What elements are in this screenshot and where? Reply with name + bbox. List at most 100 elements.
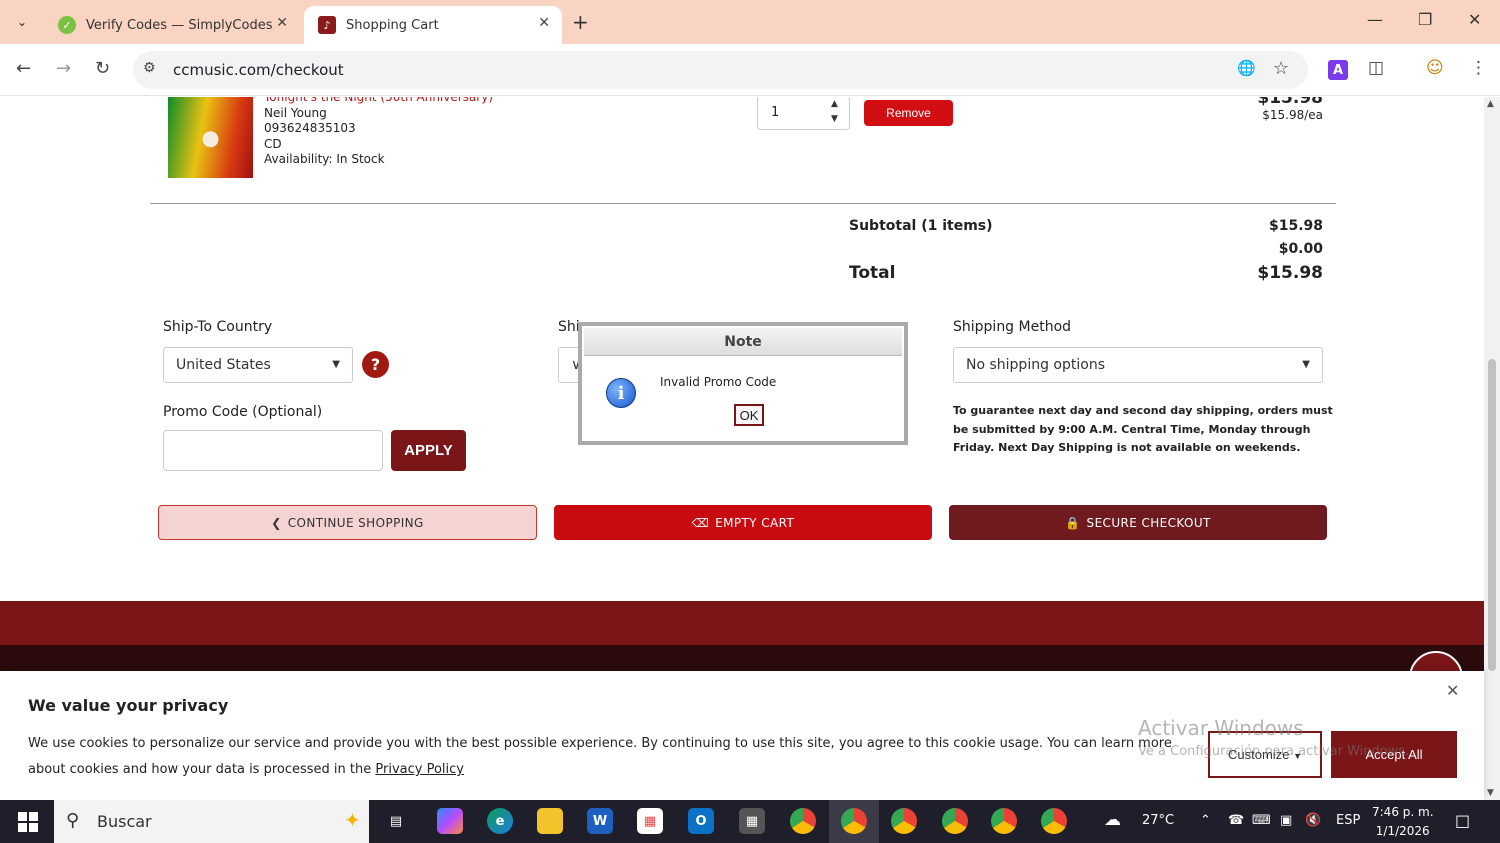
dialog-message: Invalid Promo Code xyxy=(660,375,777,389)
quantity-stepper[interactable]: 1 ▲ ▼ xyxy=(757,97,850,130)
tab-shopping-cart[interactable]: ♪ Shopping Cart ✕ xyxy=(304,6,562,44)
continue-shopping-button[interactable]: ❮ CONTINUE SHOPPING xyxy=(158,505,537,540)
close-icon[interactable]: ✕ xyxy=(276,15,288,31)
ship-country-value: United States xyxy=(176,357,271,373)
translate-icon[interactable]: 🌐 xyxy=(1237,59,1256,77)
taskbar-search-placeholder: Buscar xyxy=(97,812,152,831)
network-icon[interactable]: ▣ xyxy=(1280,813,1292,828)
activate-windows-subtext: Ve a Configuración para activar Windows. xyxy=(1138,744,1410,759)
privacy-policy-link[interactable]: Privacy Policy xyxy=(375,762,464,777)
decrement-arrow-icon[interactable]: ▼ xyxy=(831,114,838,124)
calculator-icon[interactable]: ▦ xyxy=(739,808,765,834)
meet-icon[interactable]: ☎ xyxy=(1228,813,1244,828)
shipping-method-select[interactable]: No shipping options ▼ xyxy=(953,347,1323,383)
cookie-text: We use cookies to personalize our servic… xyxy=(28,731,1188,783)
scroll-down-icon[interactable]: ▼ xyxy=(1487,788,1494,798)
help-question-icon[interactable]: ? xyxy=(362,351,389,378)
store-icon[interactable]: ▦ xyxy=(637,808,663,834)
info-icon: i xyxy=(606,378,636,408)
outlook-icon[interactable]: O xyxy=(688,808,714,834)
empty-cart-label: EMPTY CART xyxy=(715,515,795,530)
minimize-icon[interactable]: — xyxy=(1367,10,1383,29)
remove-item-button[interactable]: Remove xyxy=(864,100,953,126)
item-unit-price: $15.98/ea xyxy=(1262,108,1323,122)
reload-icon[interactable]: ↻ xyxy=(95,58,110,79)
scrollbar-thumb[interactable] xyxy=(1488,359,1496,671)
tray-chevron-icon[interactable]: ⌃ xyxy=(1200,813,1211,828)
tab-verify-codes[interactable]: ✓ Verify Codes — SimplyCodes ✕ xyxy=(44,6,300,44)
cookie-close-icon[interactable]: ✕ xyxy=(1446,681,1459,700)
promo-label: Promo Code (Optional) xyxy=(163,404,323,420)
quantity-value[interactable]: 1 xyxy=(771,105,779,120)
restore-icon[interactable]: ❐ xyxy=(1418,10,1432,29)
taskbar-search[interactable]: ⚲ Buscar ✦ xyxy=(54,800,369,843)
site-info-icon[interactable]: ⚙ xyxy=(143,60,156,76)
copilot-sparkle-icon: ✦ xyxy=(344,808,361,832)
window-close-icon[interactable]: ✕ xyxy=(1468,10,1481,29)
activate-windows-watermark: Activar Windows xyxy=(1138,716,1304,740)
chrome-profile-2-icon[interactable] xyxy=(841,808,867,834)
shipping-method-value: No shipping options xyxy=(966,357,1105,373)
profile-avatar-icon[interactable]: ☺ xyxy=(1426,58,1444,78)
product-info: Tonight's the Night (50th Anniversary) N… xyxy=(264,97,493,168)
empty-cart-button[interactable]: ⌫ EMPTY CART xyxy=(554,505,932,540)
chrome-profile-1-icon[interactable] xyxy=(790,808,816,834)
product-title-link[interactable]: Tonight's the Night (50th Anniversary) xyxy=(264,97,493,106)
volume-muted-icon[interactable]: 🔇 xyxy=(1305,813,1321,828)
ship-state-label: Shi xyxy=(558,319,580,335)
tab-search-button[interactable]: ⌄ xyxy=(8,8,36,36)
weather-cloud-icon[interactable]: ☁ xyxy=(1104,810,1121,830)
scroll-up-icon[interactable]: ▲ xyxy=(1487,99,1494,109)
back-circle-icon: ❮ xyxy=(271,515,282,530)
page-scrollbar[interactable]: ▲ ▼ xyxy=(1484,97,1500,800)
task-view-icon[interactable]: ▤ xyxy=(383,808,409,834)
language-indicator[interactable]: ESP xyxy=(1336,813,1360,828)
chrome-profile-5-icon[interactable] xyxy=(991,808,1017,834)
subtotal-value: $15.98 xyxy=(1268,218,1323,234)
chrome-profile-6-icon[interactable] xyxy=(1041,808,1067,834)
chrome-profile-3-icon[interactable] xyxy=(891,808,917,834)
dialog-ok-button[interactable]: OK xyxy=(734,404,764,426)
forward-arrow-icon[interactable]: → xyxy=(56,58,71,79)
secure-checkout-button[interactable]: 🔒 SECURE CHECKOUT xyxy=(949,505,1327,540)
divider xyxy=(150,203,1336,204)
trash-icon: ⌫ xyxy=(691,515,710,530)
menu-kebab-icon[interactable]: ⋮ xyxy=(1470,58,1487,78)
simplycodes-favicon-icon: ✓ xyxy=(58,16,76,34)
caret-down-icon: ▼ xyxy=(1302,359,1310,370)
subtotal-label: Subtotal (1 items) xyxy=(849,218,993,234)
word-icon[interactable]: W xyxy=(587,808,613,834)
product-upc: 093624835103 xyxy=(264,121,356,135)
edge-icon[interactable]: e xyxy=(487,808,513,834)
album-cover-image[interactable] xyxy=(168,97,253,178)
total-label: Total xyxy=(849,263,896,283)
taskbar-clock[interactable]: 7:46 p. m. 1/1/2026 xyxy=(1372,803,1434,841)
close-icon[interactable]: ✕ xyxy=(538,15,550,31)
caret-down-icon: ▼ xyxy=(332,359,340,370)
promo-code-input[interactable] xyxy=(163,430,383,471)
product-format: CD xyxy=(264,136,282,151)
windows-taskbar: ⚲ Buscar ✦ ▤ e W ▦ O ▦ ☁ 27°C ⌃ ☎ ⌨ ▣ 🔇 … xyxy=(0,800,1500,843)
notifications-icon[interactable]: □ xyxy=(1455,811,1470,830)
windows-start-icon[interactable] xyxy=(18,812,38,832)
new-tab-icon[interactable]: + xyxy=(572,10,589,34)
product-availability: Availability: In Stock xyxy=(264,152,385,166)
ime-icon[interactable]: ⌨ xyxy=(1252,813,1271,828)
file-explorer-icon[interactable] xyxy=(537,808,563,834)
back-arrow-icon[interactable]: ← xyxy=(16,58,31,79)
url-text[interactable]: ccmusic.com/checkout xyxy=(173,61,344,79)
dialog-title: Note xyxy=(584,328,902,356)
apply-promo-button[interactable]: APPLY xyxy=(391,430,466,471)
weather-temp[interactable]: 27°C xyxy=(1142,813,1174,828)
chrome-profile-4-icon[interactable] xyxy=(942,808,968,834)
extensions-puzzle-icon[interactable]: ◫ xyxy=(1368,58,1384,78)
tax-value: $0.00 xyxy=(1278,241,1323,257)
ship-country-select[interactable]: United States ▼ xyxy=(163,347,353,383)
address-bar[interactable]: ⚙ ccmusic.com/checkout 🌐 ☆ xyxy=(133,51,1308,89)
bookmark-star-icon[interactable]: ☆ xyxy=(1273,58,1289,79)
continue-shopping-label: CONTINUE SHOPPING xyxy=(287,515,424,530)
extension-a-icon[interactable]: A xyxy=(1328,60,1348,80)
shipping-method-label: Shipping Method xyxy=(953,319,1072,335)
copilot-icon[interactable] xyxy=(437,808,463,834)
increment-arrow-icon[interactable]: ▲ xyxy=(831,99,838,109)
